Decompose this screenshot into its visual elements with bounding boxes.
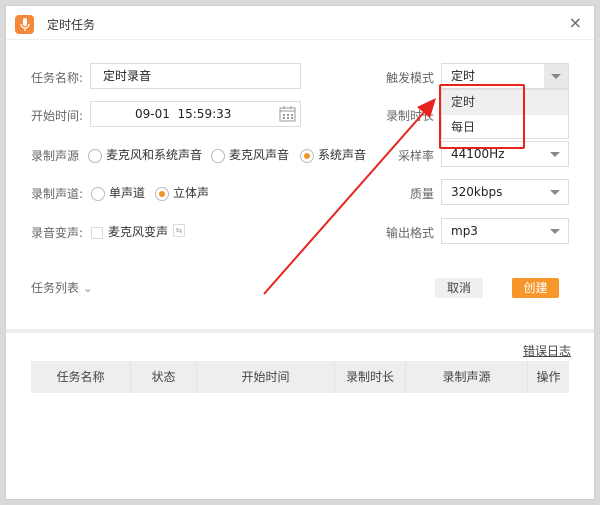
chevron-down-icon: ⌄ [82,281,93,295]
error-log-link[interactable]: 错误日志 [523,342,571,359]
column-header-duration: 录制时长 [335,361,406,393]
section-divider [6,329,594,333]
annotation-arrow-icon [263,98,436,295]
column-header-status: 状态 [131,361,197,393]
create-button[interactable]: 创建 [512,278,559,298]
task-table-header: 任务名称 状态 开始时间 录制时长 录制声源 操作 [31,361,569,393]
column-header-actions: 操作 [536,370,561,384]
column-header-task-name: 任务名称 [31,361,131,393]
column-header-source: 录制声源 [406,361,528,393]
column-header-start-time: 开始时间 [197,361,335,393]
cancel-button[interactable]: 取消 [435,278,483,298]
task-list-toggle[interactable]: 任务列表 ⌄ [31,279,93,296]
scheduled-task-dialog: 定时任务 × 任务名称: 定时录音 开始时间: 09-01 15:59:33 录… [5,5,595,500]
